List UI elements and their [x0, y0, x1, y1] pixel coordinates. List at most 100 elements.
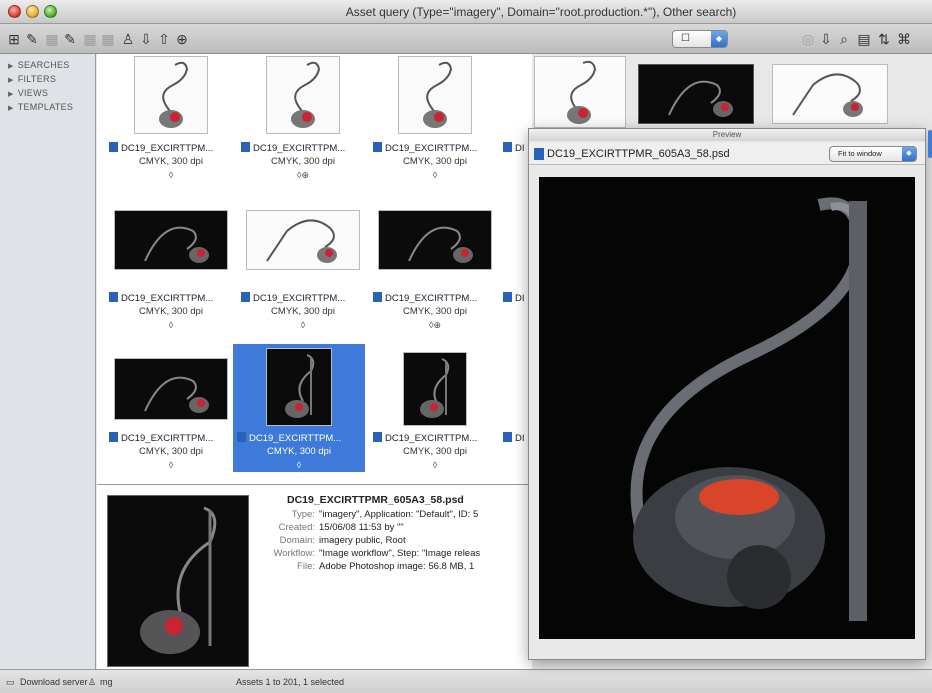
psd-file-icon [237, 432, 246, 442]
current-user: mg [100, 677, 113, 687]
asset-name: DC19_EXCIRTTPM... [237, 432, 341, 444]
psd-file-icon [109, 142, 118, 152]
vacuum-icon [291, 61, 321, 128]
vacuum-thumbnail [134, 56, 208, 134]
vacuum-thumbnail [246, 210, 360, 270]
search-icon[interactable]: ⌕ [836, 31, 852, 47]
vacuum-icon [285, 354, 315, 418]
select-arrows-icon: ◆ [711, 31, 727, 47]
vacuum-thumbnail [378, 210, 492, 270]
preview-header: Preview [529, 129, 925, 141]
asset-name: DC19_EXCIRTTPM... [109, 432, 213, 444]
asset-status-icons: ◊⊕ [429, 320, 441, 330]
asset-name: DC19_EXCIRTTPM... [373, 292, 477, 304]
asset-count: Assets 1 to 201, 1 selected [236, 677, 345, 687]
sort-icon[interactable]: ⇅ [876, 31, 892, 47]
asset-name-partial: DI [503, 432, 525, 444]
vacuum-thumbnail[interactable] [638, 64, 754, 124]
vacuum-icon [792, 73, 863, 117]
new-asset-icon[interactable]: ⊞ [6, 31, 22, 47]
detail-thumbnail [107, 495, 249, 667]
asset-name: DC19_EXCIRTTPM... [241, 142, 345, 154]
asset-cell[interactable]: DC19_EXCIRTTPM... CMYK, 300 dpi ◊ [369, 54, 501, 182]
title-bar: Asset query (Type="imagery", Domain="roo… [0, 0, 932, 24]
vacuum-thumbnail [403, 352, 467, 426]
disclosure-triangle-icon[interactable]: ▶ [8, 77, 14, 84]
asset-format: CMYK, 300 dpi [403, 446, 467, 457]
psd-file-icon [109, 432, 118, 442]
toolbar: ⊞ ✎ ▦ ✎ ▦ ▦ ♙ ⇩ ⇧ ⊕ ☐ ◆ ◎ ⇩ ⌕ ▤ ⇅ ⌘ [0, 24, 932, 54]
vacuum-icon [630, 197, 867, 621]
vacuum-thumbnail [114, 210, 228, 270]
disclosure-triangle-icon[interactable]: ▶ [8, 105, 14, 112]
asset-cell-selected[interactable]: DC19_EXCIRTTPM... CMYK, 300 dpi ◊ [233, 344, 365, 472]
vacuum-thumbnail[interactable] [772, 64, 888, 124]
asset-cell[interactable]: DC19_EXCIRTTPM... CMYK, 300 dpi ◊⊕ [369, 204, 501, 332]
psd-file-icon [534, 148, 544, 160]
preview-toolbar: DC19_EXCIRTTPMR_605A3_58.psd Fit to wind… [529, 143, 925, 165]
asset-cell[interactable]: DC19_EXCIRTTPM... CMYK, 300 dpi ◊ [237, 204, 369, 332]
asset-format: CMYK, 300 dpi [139, 156, 203, 167]
user-icon[interactable]: ♙ [120, 31, 136, 47]
psd-file-icon [241, 292, 250, 302]
asset-cell[interactable]: DC19_EXCIRTTPM... CMYK, 300 dpi ◊ [105, 204, 237, 332]
sidebar-item-views[interactable]: ▶ VIEWS [0, 86, 95, 100]
copy-icon[interactable]: ✎ [62, 31, 78, 47]
asset-detail-pane: DC19_EXCIRTTPMR_605A3_58.psd Type: "image… [97, 484, 532, 669]
import-icon[interactable]: ✎ [24, 31, 40, 47]
asset-cell[interactable]: DC19_EXCIRTTPM... CMYK, 300 dpi ◊ [105, 344, 237, 472]
psd-file-icon [241, 142, 250, 152]
vacuum-thumbnail[interactable] [534, 56, 626, 128]
checkin-icon[interactable]: ⇧ [156, 31, 172, 47]
view-select[interactable]: ☐ ◆ [672, 30, 728, 48]
scrollbar-thumb[interactable] [928, 130, 932, 158]
vacuum-icon [144, 376, 209, 413]
vacuum-icon [423, 61, 453, 128]
vacuum-thumbnail [266, 348, 332, 426]
link-icon[interactable]: ⌘ [896, 31, 912, 47]
move-icon[interactable]: ▦ [82, 31, 98, 47]
detail-row: Created: 15/06/08 11:53 by "" [278, 522, 404, 533]
sidebar-item-label: TEMPLATES [17, 102, 74, 112]
server-icon: ▭ [6, 677, 15, 687]
asset-format: CMYK, 300 dpi [267, 446, 331, 457]
select-arrows-icon: ◆ [902, 147, 916, 161]
view-select-value: ☐ [681, 33, 690, 44]
vacuum-thumbnail [266, 56, 340, 134]
asset-format: CMYK, 300 dpi [139, 306, 203, 317]
zoom-icon[interactable]: ⊕ [174, 31, 190, 47]
asset-name: DC19_EXCIRTTPM... [109, 142, 213, 154]
asset-name-partial: DI [503, 142, 525, 154]
fit-select[interactable]: Fit to window ◆ [829, 146, 917, 162]
asset-format: CMYK, 300 dpi [139, 446, 203, 457]
asset-cell[interactable]: DC19_EXCIRTTPM... CMYK, 300 dpi ◊ [105, 54, 237, 182]
status-bar: ▭ Download server ♙ mg Assets 1 to 201, … [0, 669, 932, 693]
download-server-label[interactable]: Download server [20, 677, 88, 687]
download-icon[interactable]: ⇩ [818, 31, 834, 47]
asset-format: CMYK, 300 dpi [271, 306, 335, 317]
asset-cell[interactable]: DC19_EXCIRTTPM... CMYK, 300 dpi ◊ [369, 344, 501, 472]
sidebar-item-label: VIEWS [17, 88, 49, 98]
filter-icon[interactable]: ▤ [856, 31, 872, 47]
sidebar-item-searches[interactable]: ▶ SEARCHES [0, 58, 95, 72]
asset-name-partial: DI [503, 292, 525, 304]
sidebar: ▶ SEARCHES ▶ FILTERS ▶ VIEWS ▶ TEMPLATES [0, 54, 96, 669]
preview-window[interactable]: Preview DC19_EXCIRTTPMR_605A3_58.psd Fit… [528, 128, 926, 660]
detail-row: File: Adobe Photoshop image: 56.8 MB, 1 [297, 561, 475, 572]
detail-title: DC19_EXCIRTTPMR_605A3_58.psd [287, 494, 464, 506]
asset-status-icons: ◊ [300, 320, 306, 330]
delete-icon[interactable]: ▦ [44, 31, 60, 47]
vacuum-icon [159, 61, 189, 128]
vacuum-icon [266, 219, 337, 263]
preview-image [539, 177, 915, 639]
disclosure-triangle-icon[interactable]: ▶ [8, 63, 14, 70]
sidebar-item-templates[interactable]: ▶ TEMPLATES [0, 100, 95, 114]
fit-select-value: Fit to window [838, 149, 882, 158]
asset-cell[interactable]: DC19_EXCIRTTPM... CMYK, 300 dpi ◊⊕ [237, 54, 369, 182]
asset-status-icons: ◊ [168, 320, 174, 330]
refresh-icon[interactable]: ◎ [800, 31, 816, 47]
disclosure-triangle-icon[interactable]: ▶ [8, 91, 14, 98]
checkout-icon[interactable]: ⇩ [138, 31, 154, 47]
sidebar-item-filters[interactable]: ▶ FILTERS [0, 72, 95, 86]
paste-icon[interactable]: ▦ [100, 31, 116, 47]
